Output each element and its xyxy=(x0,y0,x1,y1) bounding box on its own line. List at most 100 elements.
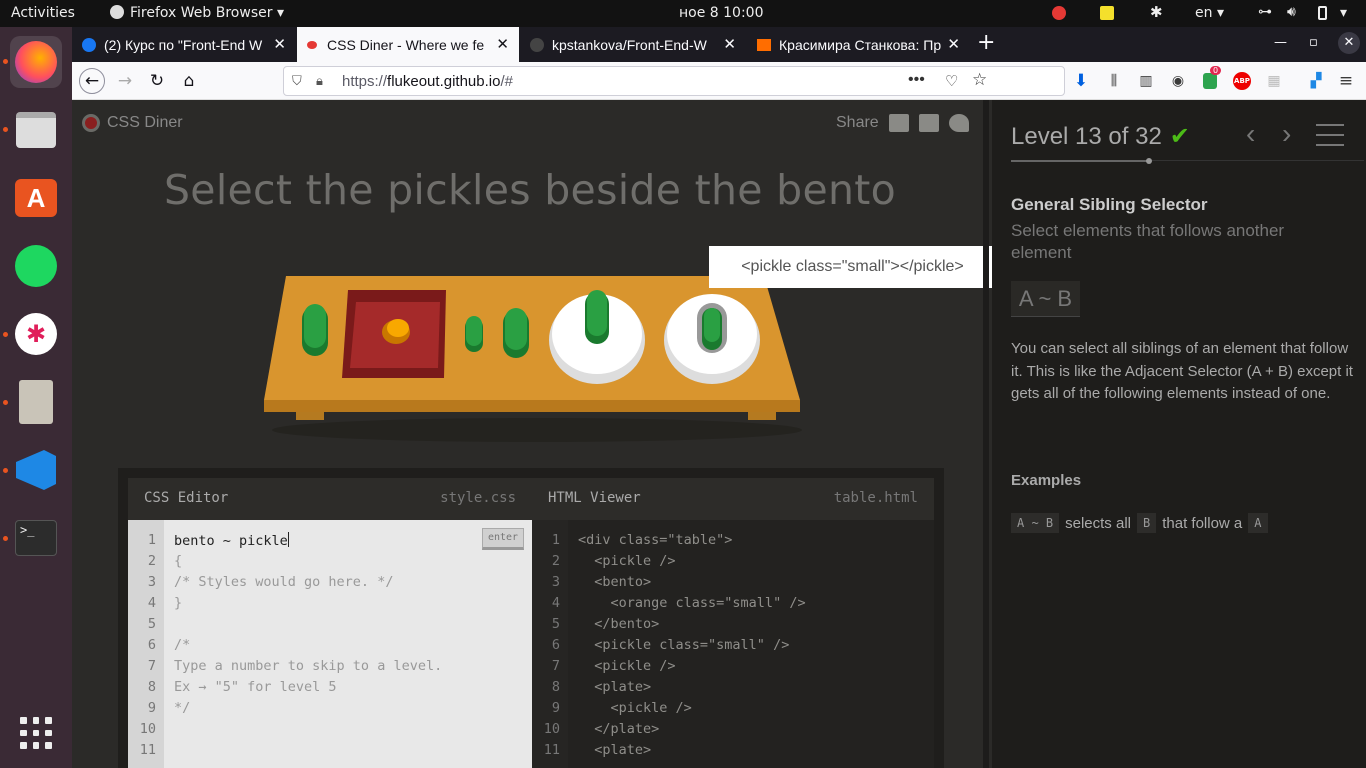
activities-button[interactable]: Activities xyxy=(11,5,75,21)
app-menu[interactable]: Firefox Web Browser ▾ xyxy=(110,5,284,21)
keyboard-layout[interactable]: en ▾ xyxy=(1195,5,1224,21)
line-number: 2 xyxy=(551,553,560,569)
files-dock-icon[interactable] xyxy=(10,104,62,156)
running-indicator xyxy=(3,59,8,64)
running-indicator xyxy=(3,468,8,473)
html-code-line[interactable]: </bento> xyxy=(578,616,659,632)
tab-title: Красимира Станкова: Пр xyxy=(779,36,942,53)
pickle-highlight xyxy=(587,290,607,336)
slack-dock-icon[interactable]: ✱ xyxy=(10,308,62,360)
previous-level-arrow-icon[interactable]: ‹ xyxy=(1246,118,1255,150)
html-code-line[interactable]: <plate> xyxy=(578,679,651,695)
css-code-line: { xyxy=(174,553,183,569)
show-applications-button[interactable] xyxy=(10,707,62,759)
terminal-dock-icon[interactable]: >_ xyxy=(10,512,62,564)
library-icon[interactable]: ⫼ xyxy=(1104,71,1124,91)
notes-icon[interactable] xyxy=(1100,6,1114,20)
download-icon[interactable]: ⬇ xyxy=(1071,71,1091,91)
close-tab-icon[interactable]: ✕ xyxy=(273,35,286,53)
vscode-dock-icon[interactable] xyxy=(10,444,62,496)
line-number: 2 xyxy=(147,553,156,569)
reload-icon[interactable]: ↻ xyxy=(144,68,170,94)
html-gutter: 1 2 3 4 5 6 7 8 9 10 11 xyxy=(532,520,568,768)
spotify-dock-icon[interactable] xyxy=(10,240,62,292)
running-indicator xyxy=(3,536,8,541)
css-code-line: /* xyxy=(174,637,191,653)
line-number: 1 xyxy=(147,532,156,548)
url-text[interactable]: https://flukeout.github.io/# xyxy=(342,73,513,90)
do-not-disturb-icon[interactable] xyxy=(1052,6,1066,20)
firefox-small-icon xyxy=(110,5,124,19)
navigation-toolbar: ← → ↻ ⌂ ⛉ 🔒︎ https://flukeout.github.io/… xyxy=(72,62,1366,100)
firefox-dock-icon[interactable] xyxy=(10,36,62,88)
slack-tray-icon[interactable]: ✱ xyxy=(1150,3,1164,21)
examples-heading: Examples xyxy=(1011,472,1082,489)
adblock-icon[interactable]: ABP xyxy=(1232,71,1252,91)
css-editor[interactable]: 1 2 3 4 5 6 7 8 9 10 11 bento ~ pickle {/* Styles w… xyxy=(128,520,532,768)
account-icon[interactable]: ◉ xyxy=(1168,71,1188,91)
page-scrollbar[interactable] xyxy=(983,100,989,768)
css-selector-input[interactable]: bento ~ pickle xyxy=(174,532,289,549)
network-icon[interactable]: ⊶ xyxy=(1258,4,1272,20)
line-number: 3 xyxy=(147,574,156,590)
forward-arrow-icon[interactable]: → xyxy=(112,68,138,94)
tab-facebook[interactable]: (2) Курс по "Front-End W ✕ xyxy=(72,27,296,62)
orange-highlight xyxy=(387,319,409,337)
tab-github[interactable]: kpstankova/Front-End-W ✕ xyxy=(520,27,746,62)
close-tab-icon[interactable]: ✕ xyxy=(723,35,736,53)
html-code-line[interactable]: <bento> xyxy=(578,574,651,590)
html-code-line[interactable]: </plate> xyxy=(578,721,659,737)
extension-badge-icon[interactable]: 0 xyxy=(1200,66,1222,91)
html-code-line[interactable]: <pickle /> xyxy=(578,700,692,716)
html-code-line[interactable]: <pickle /> xyxy=(578,658,675,674)
html-code-line[interactable]: <div class="table"> xyxy=(578,532,732,548)
home-icon[interactable]: ⌂ xyxy=(176,68,202,94)
line-number: 10 xyxy=(543,721,560,737)
tab-css-diner[interactable]: CSS Diner - Where we fe ✕ xyxy=(297,27,519,62)
close-window-icon[interactable]: ✕ xyxy=(1338,32,1360,54)
extension-grey-icon[interactable]: ▦ xyxy=(1264,71,1284,91)
url-path: /# xyxy=(500,73,513,90)
url-prefix: https:// xyxy=(342,73,388,90)
clock[interactable]: ное 8 10:00 xyxy=(679,5,764,21)
shield-icon[interactable]: ⛉ xyxy=(292,73,302,89)
lock-icon[interactable]: 🔒︎ xyxy=(316,73,323,89)
html-code-line[interactable]: <pickle class="small" /> xyxy=(578,637,789,653)
system-menu-chevron-icon[interactable]: ▾ xyxy=(1340,5,1347,21)
progress-marker xyxy=(1146,158,1152,164)
html-code-line[interactable]: <orange class="small" /> xyxy=(578,595,806,611)
volume-icon[interactable]: 🔊︎ xyxy=(1287,4,1301,20)
email-icon[interactable] xyxy=(888,114,909,132)
page-actions-icon[interactable]: ••• xyxy=(908,71,925,89)
maximize-icon[interactable]: ▫ xyxy=(1309,35,1318,50)
extensions-grid-icon[interactable]: ▞ xyxy=(1306,71,1326,91)
css-code-line: Ex → "5" for level 5 xyxy=(174,679,337,695)
close-tab-icon[interactable]: ✕ xyxy=(496,35,509,53)
close-tab-icon[interactable]: ✕ xyxy=(947,35,960,53)
html-code-line[interactable]: <pickle /> xyxy=(578,553,675,569)
enter-button[interactable]: enter xyxy=(482,528,524,550)
twitter-share-icon[interactable] xyxy=(948,114,969,132)
css-diner-logo[interactable]: CSS Diner xyxy=(82,114,183,132)
line-number: 4 xyxy=(551,595,560,611)
html-viewer-title: HTML Viewer xyxy=(548,490,641,506)
bookmark-star-icon[interactable]: ☆ xyxy=(972,70,987,90)
selector-title: Select elements that follows another ele… xyxy=(1011,221,1285,262)
html-code-line[interactable]: <plate> xyxy=(578,742,651,758)
hamburger-menu-icon[interactable]: ≡ xyxy=(1336,71,1356,91)
archive-dock-icon[interactable] xyxy=(10,376,62,428)
battery-icon[interactable] xyxy=(1318,6,1327,20)
url-bar[interactable]: ⛉ 🔒︎ https://flukeout.github.io/# ••• ♡ … xyxy=(283,66,1065,96)
back-arrow-icon[interactable]: ← xyxy=(79,68,105,94)
selector-syntax: A ~ B xyxy=(1011,281,1080,317)
levels-menu-icon[interactable] xyxy=(1316,124,1344,146)
minimize-icon[interactable]: — xyxy=(1274,35,1287,50)
next-level-arrow-icon[interactable]: › xyxy=(1282,118,1291,150)
tab-linkedin[interactable]: Красимира Станкова: Пр ✕ xyxy=(747,27,970,62)
sidebar-icon[interactable]: ▥ xyxy=(1136,71,1156,91)
pocket-icon[interactable]: ♡ xyxy=(945,72,958,90)
new-tab-plus-icon[interactable]: + xyxy=(977,30,995,55)
line-number: 9 xyxy=(147,700,156,716)
facebook-share-icon[interactable] xyxy=(918,114,939,132)
software-dock-icon[interactable]: A xyxy=(10,172,62,224)
